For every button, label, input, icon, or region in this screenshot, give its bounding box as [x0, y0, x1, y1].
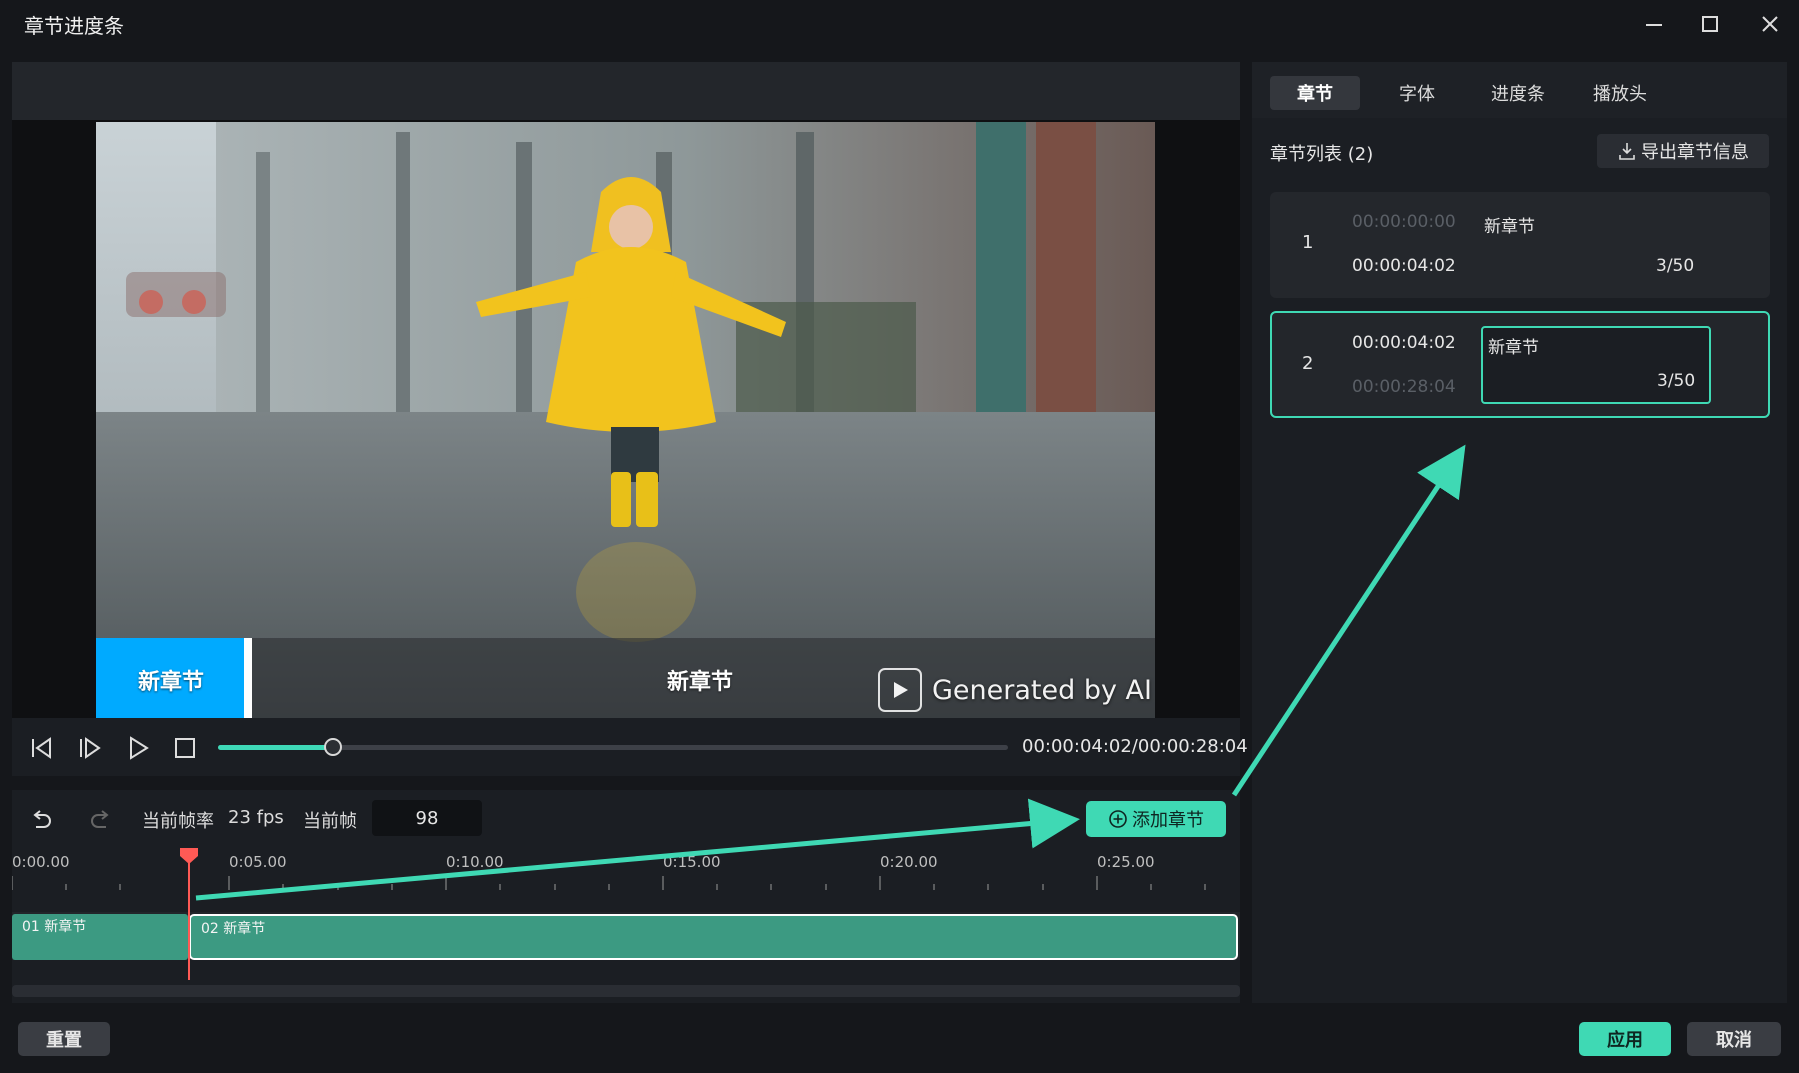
redo-button[interactable]	[84, 803, 118, 837]
playhead-line[interactable]	[188, 855, 190, 980]
chapter-clip-label: 02 新章节	[201, 921, 266, 937]
close-button[interactable]	[1748, 6, 1792, 42]
plus-circle-icon	[1109, 810, 1127, 828]
undo-icon	[33, 810, 51, 828]
chapter-start-time: 00:00:00:00	[1352, 212, 1456, 232]
current-frame-label: 当前帧	[303, 811, 357, 832]
chapter-end-time[interactable]: 00:00:04:02	[1352, 256, 1456, 276]
chapter-list-title: 章节列表 (2)	[1270, 144, 1374, 165]
chapter-card-2[interactable]: 2 00:00:04:02 00:00:28:04 新章节 3/50	[1270, 311, 1770, 418]
playback-thumb[interactable]	[324, 738, 342, 756]
next-frame-icon	[80, 737, 101, 759]
chapter-name-input[interactable]: 新章节 3/50	[1481, 326, 1711, 404]
chapter-segment-label-1: 新章节	[138, 670, 205, 695]
ai-logo-icon	[878, 668, 922, 712]
prev-frame-icon	[32, 737, 51, 759]
playback-progress	[218, 745, 333, 750]
ruler-label-0: 0:00.00	[12, 853, 70, 871]
chapter-clip-1[interactable]: 01 新章节	[12, 914, 188, 960]
video-preview	[96, 122, 1155, 718]
ai-watermark: Generated by AI	[878, 668, 1152, 712]
title-bar	[0, 0, 1799, 48]
add-chapter-label: 添加章节	[1132, 810, 1204, 831]
close-icon	[1762, 16, 1778, 32]
window-title: 章节进度条	[24, 14, 124, 38]
cancel-button[interactable]: 取消	[1687, 1022, 1781, 1056]
chapter-segment-label-2: 新章节	[667, 670, 734, 695]
tab-chapters[interactable]: 章节	[1270, 76, 1360, 110]
chapter-index: 1	[1302, 232, 1314, 253]
timeline-scrollbar[interactable]	[12, 985, 1240, 997]
add-chapter-button[interactable]: 添加章节	[1086, 801, 1226, 837]
tab-playhead[interactable]: 播放头	[1575, 76, 1665, 110]
chapter-char-count: 3/50	[1656, 256, 1695, 276]
maximize-icon	[1702, 16, 1718, 32]
chapter-index: 2	[1302, 353, 1314, 374]
chapter-start-time[interactable]: 00:00:04:02	[1352, 333, 1456, 353]
separator	[12, 776, 1240, 790]
chapter-char-count: 3/50	[1657, 371, 1696, 391]
reset-button[interactable]: 重置	[18, 1022, 110, 1056]
ruler-label-1: 0:05.00	[229, 853, 287, 871]
chapter-card-1[interactable]: 1 00:00:00:00 00:00:04:02 新章节 3/50	[1270, 192, 1770, 298]
export-chapter-label: 导出章节信息	[1641, 142, 1749, 163]
current-frame-input[interactable]: 98	[372, 800, 482, 836]
frame-rate-value: 23 fps	[228, 807, 284, 828]
ruler-label-5: 0:25.00	[1097, 853, 1155, 871]
download-icon	[1619, 143, 1635, 160]
stop-button[interactable]	[170, 733, 200, 763]
maximize-button[interactable]	[1688, 6, 1732, 42]
chapter-clip-label: 01 新章节	[22, 919, 87, 935]
ai-watermark-text: Generated by AI	[932, 674, 1152, 706]
apply-button[interactable]: 应用	[1579, 1022, 1671, 1056]
play-button[interactable]	[123, 733, 153, 763]
next-frame-button[interactable]	[75, 733, 105, 763]
undo-button[interactable]	[24, 803, 58, 837]
timecode-display: 00:00:04:02/00:00:28:04	[1022, 736, 1248, 757]
chapter-end-time: 00:00:28:04	[1352, 377, 1456, 397]
redo-icon	[91, 810, 109, 828]
tab-progress-bar[interactable]: 进度条	[1473, 76, 1563, 110]
chapter-name[interactable]: 新章节	[1484, 212, 1535, 237]
stop-icon	[175, 738, 195, 758]
chapter-clip-2[interactable]: 02 新章节	[189, 914, 1238, 960]
tab-font[interactable]: 字体	[1372, 76, 1462, 110]
chapter-divider	[244, 638, 252, 718]
play-icon	[130, 736, 149, 760]
minimize-icon	[1646, 24, 1662, 26]
playhead-marker-icon[interactable]	[180, 848, 198, 864]
prev-frame-button[interactable]	[26, 733, 56, 763]
chapter-name: 新章节	[1488, 338, 1539, 358]
ruler-label-4: 0:20.00	[880, 853, 938, 871]
ruler-label-2: 0:10.00	[446, 853, 504, 871]
export-chapter-button[interactable]: 导出章节信息	[1597, 134, 1769, 168]
video-frame-image	[96, 122, 1155, 718]
frame-rate-label: 当前帧率	[142, 811, 214, 832]
preview-header	[12, 62, 1240, 120]
ruler-label-3: 0:15.00	[663, 853, 721, 871]
minimize-button[interactable]	[1632, 6, 1676, 42]
